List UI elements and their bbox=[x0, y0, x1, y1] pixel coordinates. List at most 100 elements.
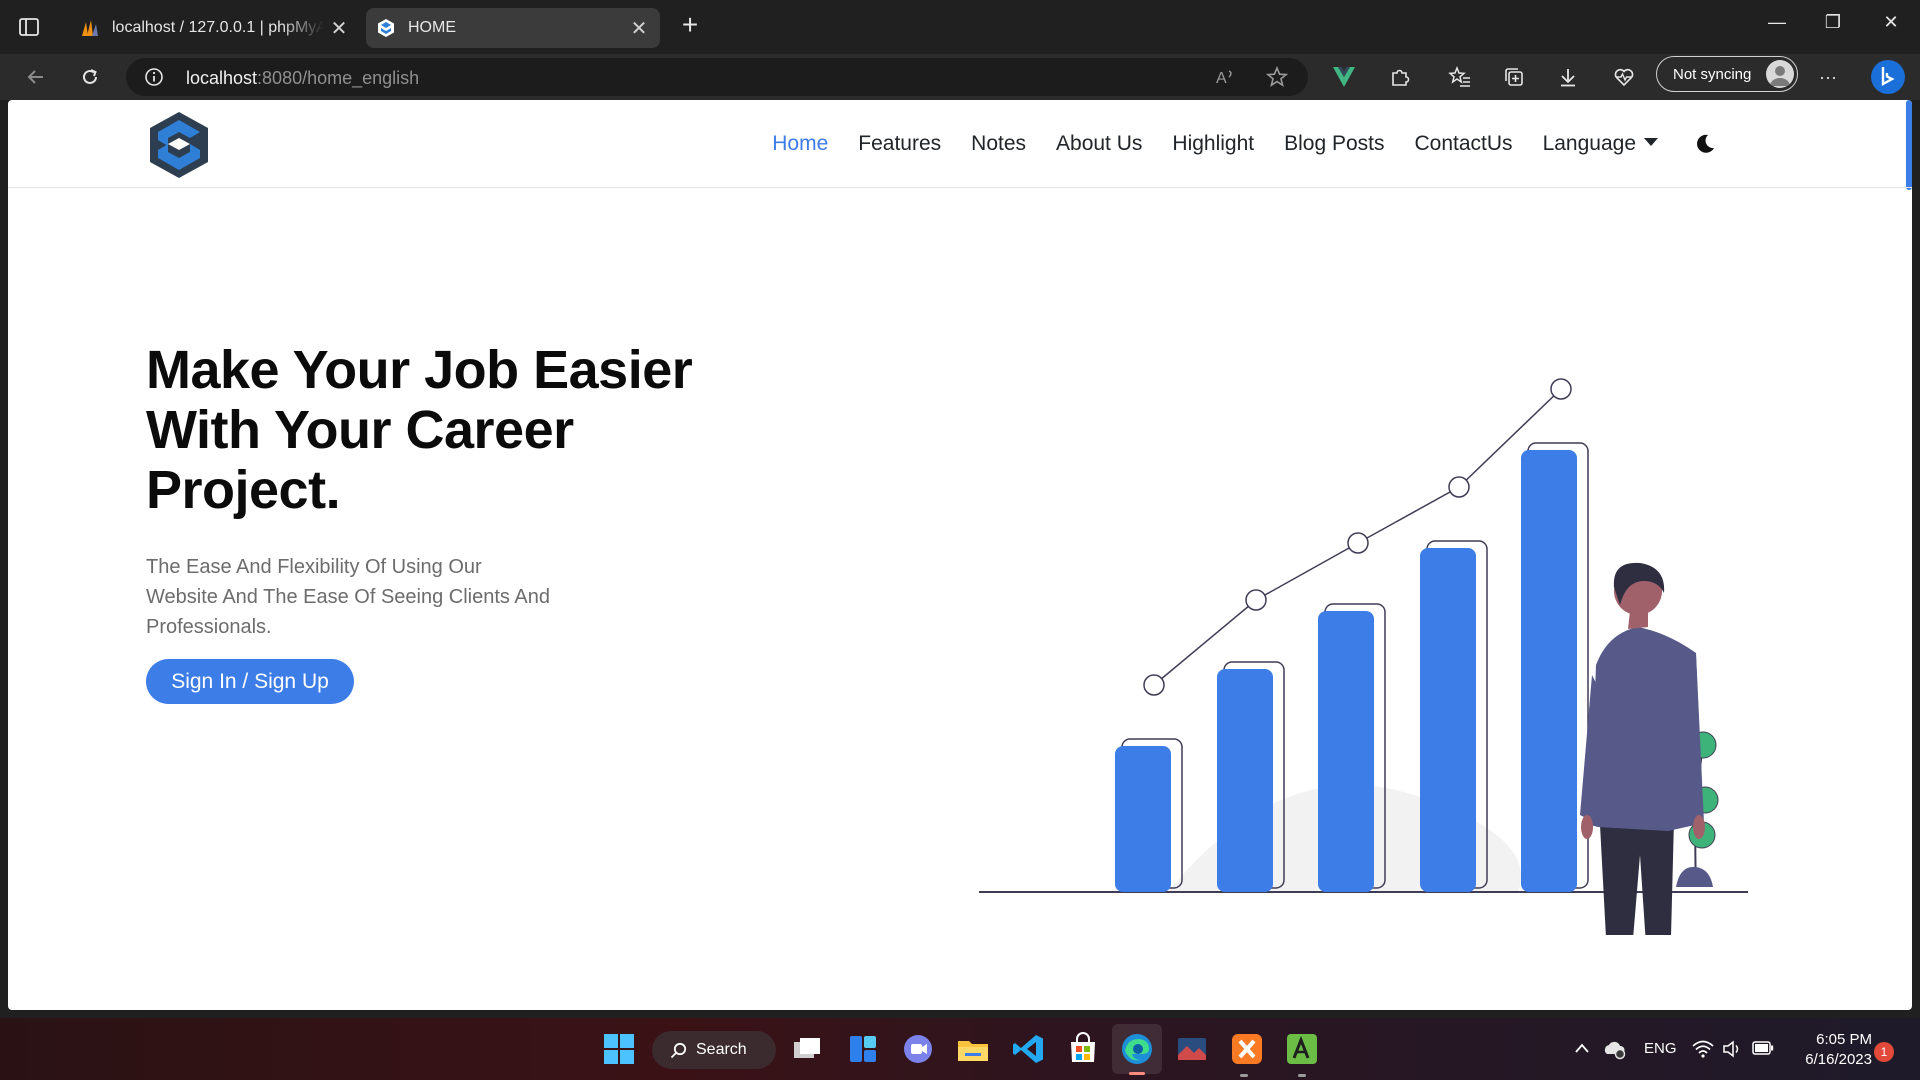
browser-toolbar: localhost:8080/home_english A Not syncin… bbox=[0, 54, 1920, 100]
widgets-icon[interactable] bbox=[845, 1031, 881, 1067]
edge-running-indicator bbox=[1129, 1072, 1145, 1075]
address-bar[interactable]: localhost:8080/home_english A bbox=[126, 58, 1308, 96]
task-view-icon[interactable] bbox=[790, 1031, 826, 1067]
sync-status-label: Not syncing bbox=[1673, 65, 1752, 83]
onedrive-icon[interactable] bbox=[1602, 1038, 1626, 1060]
close-window-button[interactable]: ✕ bbox=[1876, 12, 1906, 38]
hero-subtitle: The Ease And Flexibility Of Using Our We… bbox=[146, 552, 566, 642]
site-info-icon[interactable] bbox=[144, 67, 164, 87]
photos-app-icon[interactable] bbox=[1174, 1031, 1210, 1067]
clock-date: 6/16/2023 bbox=[1805, 1051, 1872, 1068]
battery-icon[interactable] bbox=[1752, 1041, 1774, 1055]
back-arrow-icon bbox=[27, 70, 43, 84]
settings-more-button[interactable]: ··· bbox=[1812, 62, 1844, 92]
code-editor-icon[interactable] bbox=[1284, 1031, 1320, 1067]
tab-close-button[interactable]: ✕ bbox=[624, 16, 654, 41]
vue-devtools-extension-button[interactable] bbox=[1328, 62, 1360, 92]
language-label: Language bbox=[1542, 132, 1636, 155]
downloads-button[interactable] bbox=[1552, 62, 1584, 92]
bing-icon bbox=[1871, 60, 1905, 94]
minimize-button[interactable]: — bbox=[1762, 12, 1792, 38]
favorites-button[interactable] bbox=[1444, 62, 1476, 92]
sign-in-sign-up-button[interactable]: Sign In / Sign Up bbox=[146, 659, 354, 704]
hero-title: Make Your Job Easier With Your Career Pr… bbox=[146, 340, 706, 520]
hero-title-line-1: Make Your Job Easier bbox=[146, 340, 693, 400]
site-favicon-icon bbox=[378, 19, 394, 37]
bing-copilot-button[interactable] bbox=[1868, 58, 1908, 96]
hero-subtitle-line-3: Professionals. bbox=[146, 616, 272, 638]
nav-features-link[interactable]: Features bbox=[858, 132, 941, 156]
phpmyadmin-favicon-icon bbox=[82, 20, 98, 36]
system-clock[interactable]: 6:05 PM 6/16/2023 bbox=[1782, 1030, 1872, 1070]
tab-close-button[interactable]: ✕ bbox=[324, 16, 354, 41]
hero-title-line-3: Project. bbox=[146, 460, 341, 520]
taskbar-search-box[interactable]: Search bbox=[652, 1031, 776, 1069]
vscode-icon[interactable] bbox=[1010, 1031, 1046, 1067]
notification-badge[interactable]: 1 bbox=[1874, 1042, 1894, 1062]
xampp-icon[interactable] bbox=[1229, 1031, 1265, 1067]
microsoft-store-icon[interactable] bbox=[1065, 1031, 1101, 1067]
nav-notes-link[interactable]: Notes bbox=[971, 132, 1026, 156]
tab-title: localhost / 127.0.0.1 | phpMyAdmin bbox=[112, 19, 324, 36]
teams-chat-icon[interactable] bbox=[900, 1031, 936, 1067]
tab-actions-icon[interactable] bbox=[18, 16, 40, 38]
nav-about-link[interactable]: About Us bbox=[1056, 132, 1142, 156]
hero-subtitle-line-2: Website And The Ease Of Seeing Clients A… bbox=[146, 586, 550, 608]
bar-1 bbox=[1115, 738, 1183, 892]
vue-icon bbox=[1333, 67, 1355, 87]
search-icon bbox=[670, 1042, 687, 1059]
profile-avatar-icon bbox=[1766, 60, 1794, 88]
tab-phpmyadmin[interactable]: localhost / 127.0.0.1 | phpMyAdmin ✕ bbox=[70, 8, 360, 48]
url-host: localhost bbox=[186, 68, 258, 88]
tab-title: HOME bbox=[408, 19, 456, 36]
favorites-list-icon bbox=[1448, 66, 1470, 87]
dark-mode-moon-icon[interactable] bbox=[1694, 133, 1716, 155]
browser-essentials-button[interactable] bbox=[1608, 62, 1640, 92]
back-button[interactable] bbox=[20, 62, 52, 92]
nav-highlight-link[interactable]: Highlight bbox=[1172, 132, 1254, 156]
windows-start-icon[interactable] bbox=[604, 1034, 634, 1064]
growth-chart-illustration bbox=[979, 378, 1748, 935]
site-logo-icon[interactable] bbox=[146, 110, 212, 180]
bar-5 bbox=[1521, 442, 1589, 892]
nav-home-link[interactable]: Home bbox=[772, 132, 828, 156]
windows-taskbar: Search ENG 6:05 PM 6/16/2023 1 bbox=[0, 1018, 1920, 1080]
edge-browser-icon[interactable] bbox=[1119, 1031, 1155, 1067]
editor-running-indicator bbox=[1298, 1074, 1306, 1077]
taskbar-search-label: Search bbox=[696, 1041, 747, 1058]
clock-time: 6:05 PM bbox=[1816, 1031, 1872, 1048]
refresh-icon bbox=[83, 69, 97, 84]
xampp-running-indicator bbox=[1240, 1074, 1248, 1077]
language-dropdown[interactable]: Language bbox=[1543, 132, 1658, 156]
favorite-star-icon[interactable] bbox=[1266, 66, 1288, 88]
collections-icon bbox=[1505, 68, 1523, 86]
url-text[interactable]: localhost:8080/home_english bbox=[186, 68, 419, 89]
browser-tab-strip: localhost / 127.0.0.1 | phpMyAdmin ✕ HOM… bbox=[0, 0, 1920, 54]
maximize-button[interactable]: ❐ bbox=[1818, 12, 1848, 38]
refresh-button[interactable] bbox=[74, 62, 106, 92]
volume-icon[interactable] bbox=[1722, 1040, 1742, 1058]
caret-down-icon bbox=[1644, 138, 1658, 146]
profile-sync-button[interactable]: Not syncing bbox=[1656, 56, 1798, 92]
extensions-button[interactable] bbox=[1384, 62, 1416, 92]
hero-subtitle-line-1: The Ease And Flexibility Of Using Our bbox=[146, 556, 482, 578]
download-icon bbox=[1561, 69, 1575, 87]
hero-title-line-2: With Your Career bbox=[146, 400, 574, 460]
heart-pulse-icon bbox=[1614, 68, 1634, 87]
input-language-indicator[interactable]: ENG bbox=[1644, 1040, 1677, 1057]
svg-text:A: A bbox=[1216, 70, 1227, 87]
puzzle-icon bbox=[1392, 69, 1410, 86]
collections-button[interactable] bbox=[1498, 62, 1530, 92]
read-aloud-icon[interactable]: A bbox=[1216, 67, 1238, 87]
page-viewport: Home Features Notes About Us Highlight B… bbox=[8, 100, 1912, 1010]
nav-blog-link[interactable]: Blog Posts bbox=[1284, 132, 1384, 156]
tab-home[interactable]: HOME ✕ bbox=[366, 8, 660, 48]
show-hidden-icons-chevron-icon[interactable] bbox=[1574, 1042, 1590, 1054]
main-nav: Home Features Notes About Us Highlight B… bbox=[742, 132, 1716, 156]
wifi-icon[interactable] bbox=[1692, 1040, 1714, 1058]
new-tab-button[interactable]: + bbox=[676, 11, 704, 40]
nav-contact-link[interactable]: ContactUs bbox=[1415, 132, 1513, 156]
site-navbar: Home Features Notes About Us Highlight B… bbox=[8, 100, 1912, 188]
url-path: :8080/home_english bbox=[257, 68, 420, 88]
file-explorer-icon[interactable] bbox=[955, 1031, 991, 1067]
